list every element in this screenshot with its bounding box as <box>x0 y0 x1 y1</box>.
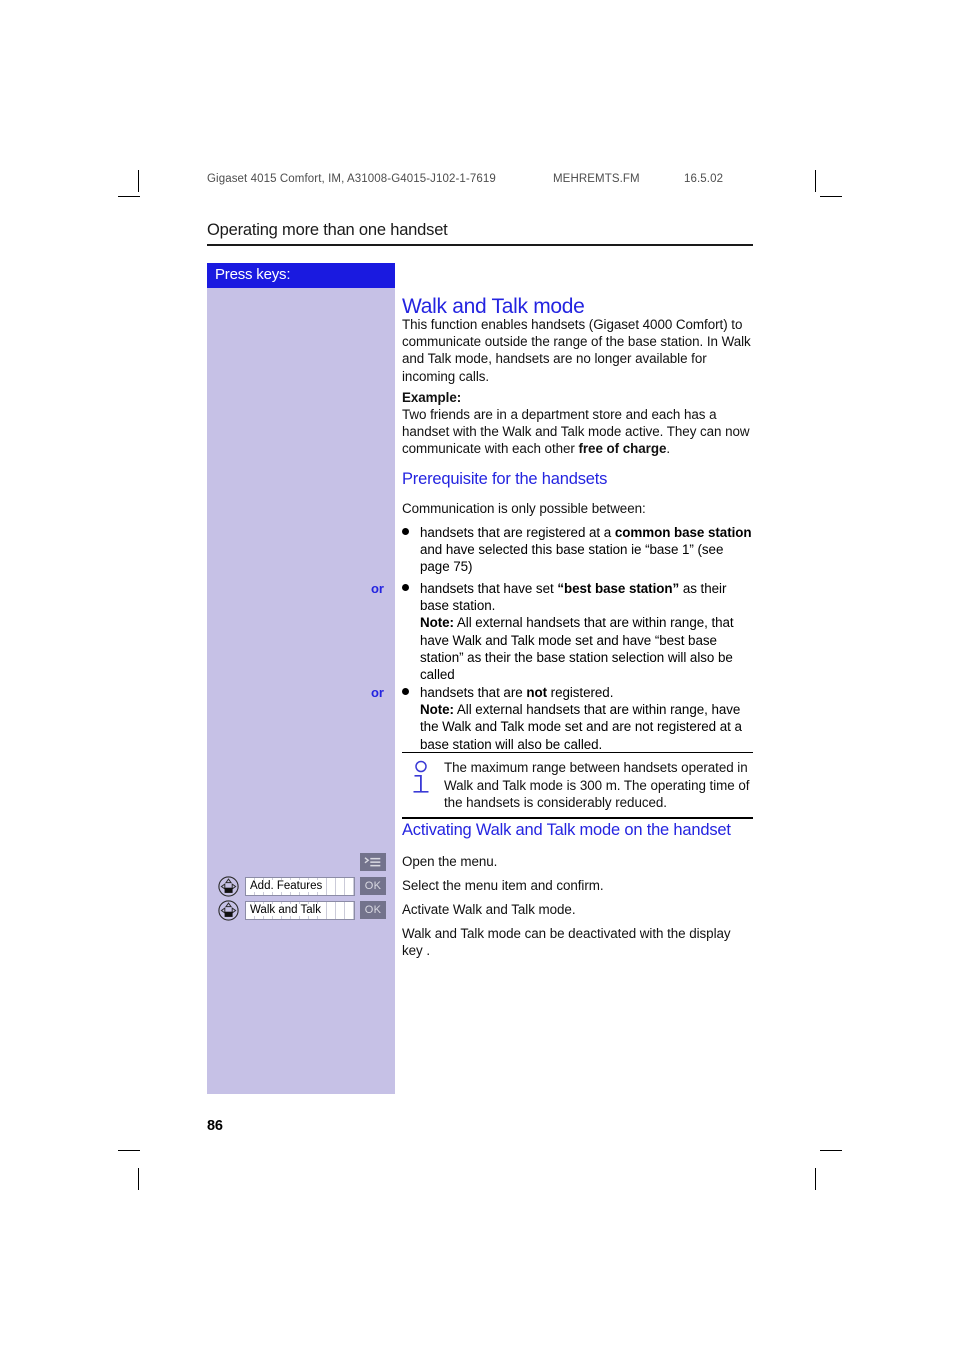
running-head-document: Gigaset 4015 Comfort, IM, A31008-G4015-J… <box>207 173 496 185</box>
crop-mark-top-right-vertical <box>815 170 816 192</box>
crop-mark-bottom-left-vertical <box>138 1168 139 1190</box>
crop-mark-bottom-right-horizontal <box>820 1150 842 1151</box>
ok-key-button[interactable]: OK <box>360 901 386 919</box>
note-box-rule-bottom <box>402 817 753 819</box>
crop-mark-bottom-left-horizontal <box>118 1150 140 1151</box>
menu-icon <box>364 856 381 866</box>
navigation-key-icon[interactable] <box>218 900 239 921</box>
navigation-key-icon[interactable] <box>218 876 239 897</box>
chapter-title-rule <box>207 244 753 246</box>
ok-key-button[interactable]: OK <box>360 877 386 895</box>
step-open-menu: Open the menu. <box>402 854 498 869</box>
section-heading-prerequisite: Prerequisite for the handsets <box>402 470 608 488</box>
press-keys-header: Press keys: <box>207 263 395 288</box>
menu-key-button[interactable] <box>360 853 386 871</box>
closing-paragraph: Walk and Talk mode can be deactivated wi… <box>402 926 731 959</box>
press-keys-header-label: Press keys: <box>215 266 291 283</box>
or-label: or <box>371 581 384 596</box>
section-heading-activating: Activating Walk and Talk mode on the han… <box>402 821 731 839</box>
key-row-add-features: Add. Features OK <box>207 876 395 897</box>
list-item: handsets that are registered at a common… <box>402 524 753 576</box>
intro-paragraph: This function enables handsets (Gigaset … <box>402 317 751 384</box>
step-activate-mode: Activate Walk and Talk mode. <box>402 902 576 917</box>
bullet-marker-icon <box>402 584 409 591</box>
crop-mark-top-left-horizontal <box>118 196 140 197</box>
section-heading-walk-and-talk: Walk and Talk mode <box>402 295 585 318</box>
key-row-open-menu <box>207 852 395 873</box>
display-field-value: Walk and Talk <box>250 904 323 916</box>
display-field-value: Add. Features <box>250 880 325 892</box>
example-bold-tail: free of charge <box>578 441 667 457</box>
list-item-text: handsets that are registered at a common… <box>420 525 752 575</box>
example-heading: Example: <box>402 390 462 405</box>
list-item-text: handsets that are not registered. Note: A… <box>420 685 742 752</box>
note-box: The maximum range between handsets opera… <box>402 752 753 819</box>
list-item: handsets that have set “best base statio… <box>402 580 753 683</box>
bullet-marker-icon <box>402 528 409 535</box>
running-head-date: 16.5.02 <box>684 173 724 185</box>
step-select-menu-item: Select the menu item and confirm. <box>402 878 604 893</box>
list-item: handsets that are not registered. Note: A… <box>402 684 753 753</box>
note-box-inner: The maximum range between handsets opera… <box>402 753 753 817</box>
example-paragraph: Two friends are in a department store an… <box>402 407 750 457</box>
display-field-walk-and-talk: Walk and Talk <box>245 901 355 920</box>
bullet-marker-icon <box>402 688 409 695</box>
or-label: or <box>371 685 384 700</box>
crop-mark-top-right-horizontal <box>820 196 842 197</box>
communication-lead-paragraph: Communication is only possible between: <box>402 501 646 516</box>
chapter-title: Operating more than one handset <box>207 221 448 239</box>
crop-mark-top-left-vertical <box>138 170 139 192</box>
page-number: 86 <box>207 1118 223 1134</box>
list-item-text: handsets that have set “best base statio… <box>420 581 734 683</box>
key-row-walk-and-talk: Walk and Talk OK <box>207 900 395 921</box>
crop-mark-bottom-right-vertical <box>815 1168 816 1190</box>
display-field-add-features: Add. Features <box>245 877 355 896</box>
running-head: Gigaset 4015 Comfort, IM, A31008-G4015-J… <box>207 173 753 193</box>
note-box-text: The maximum range between handsets opera… <box>444 760 750 810</box>
info-icon <box>413 761 429 793</box>
press-keys-column: Press keys: Add. Features OK Walk and Ta… <box>207 263 395 1094</box>
running-head-filename: MEHREMTS.FM <box>553 173 640 185</box>
